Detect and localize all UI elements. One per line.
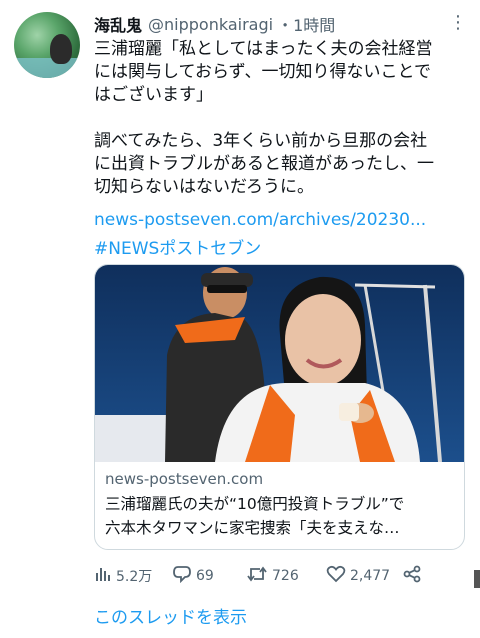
tweet-paragraph: 三浦瑠麗「私としてはまったく夫の会社経営 には関与しておらず、一切知り得ないこと… bbox=[94, 39, 433, 105]
like-button[interactable]: 2,477 bbox=[326, 562, 390, 590]
card-title-line: 三浦瑠麗氏の夫が“10億円投資トラブル”で bbox=[105, 495, 405, 513]
tweet-text: 三浦瑠麗「私としてはまったく夫の会社経営 には関与しておらず、一切知り得ないこと… bbox=[94, 38, 466, 199]
reply-button[interactable]: 69 bbox=[172, 562, 214, 590]
display-name[interactable]: 海乱鬼 bbox=[94, 12, 142, 36]
card-title: 三浦瑠麗氏の夫が“10億円投資トラブル”で 六本木タワマンに家宅捜索「夫を支えな… bbox=[105, 492, 460, 540]
article-link[interactable]: news-postseven.com/archives/20230... bbox=[94, 210, 426, 230]
timestamp[interactable]: ・1時間 bbox=[277, 12, 335, 36]
avatar-water bbox=[14, 58, 80, 78]
card-domain: news-postseven.com bbox=[105, 470, 264, 488]
show-thread-link[interactable]: このスレッドを表示 bbox=[94, 603, 247, 628]
tweet[interactable]: 海乱鬼 @nipponkairagi ・1時間 ⋮ 三浦瑠麗「私としてはまったく… bbox=[0, 0, 480, 638]
action-bar: 5.2万 69 726 2,477 bbox=[94, 562, 434, 590]
share-icon bbox=[402, 565, 426, 587]
avatar[interactable] bbox=[14, 12, 80, 78]
link-card[interactable]: news-postseven.com 三浦瑠麗氏の夫が“10億円投資トラブル”で… bbox=[94, 264, 465, 550]
card-title-line: 六本木タワマンに家宅捜索「夫を支えな… bbox=[105, 519, 400, 537]
retweet-icon bbox=[246, 565, 272, 587]
more-icon[interactable]: ⋮ bbox=[448, 12, 468, 36]
user-handle[interactable]: @nipponkairagi bbox=[148, 15, 273, 34]
like-count: 2,477 bbox=[350, 568, 391, 584]
tweet-header: 海乱鬼 @nipponkairagi ・1時間 bbox=[94, 12, 335, 36]
reply-icon bbox=[172, 565, 196, 587]
views-icon bbox=[94, 565, 116, 587]
like-icon bbox=[326, 565, 350, 587]
retweet-count: 726 bbox=[272, 568, 299, 584]
hashtag-link[interactable]: #NEWSポストセブン bbox=[94, 234, 261, 259]
retweet-button[interactable]: 726 bbox=[246, 562, 299, 590]
views-button[interactable]: 5.2万 bbox=[94, 562, 152, 590]
avatar-figure bbox=[50, 34, 72, 64]
views-count: 5.2万 bbox=[116, 569, 153, 585]
share-button[interactable] bbox=[402, 562, 426, 590]
scrollbar-thumb[interactable] bbox=[474, 570, 480, 588]
tweet-paragraph: 調べてみたら、3年くらい前から旦那の会社 に出資トラブルがあると報道があったし、… bbox=[94, 131, 434, 197]
card-image bbox=[95, 265, 464, 462]
reply-count: 69 bbox=[196, 568, 214, 584]
